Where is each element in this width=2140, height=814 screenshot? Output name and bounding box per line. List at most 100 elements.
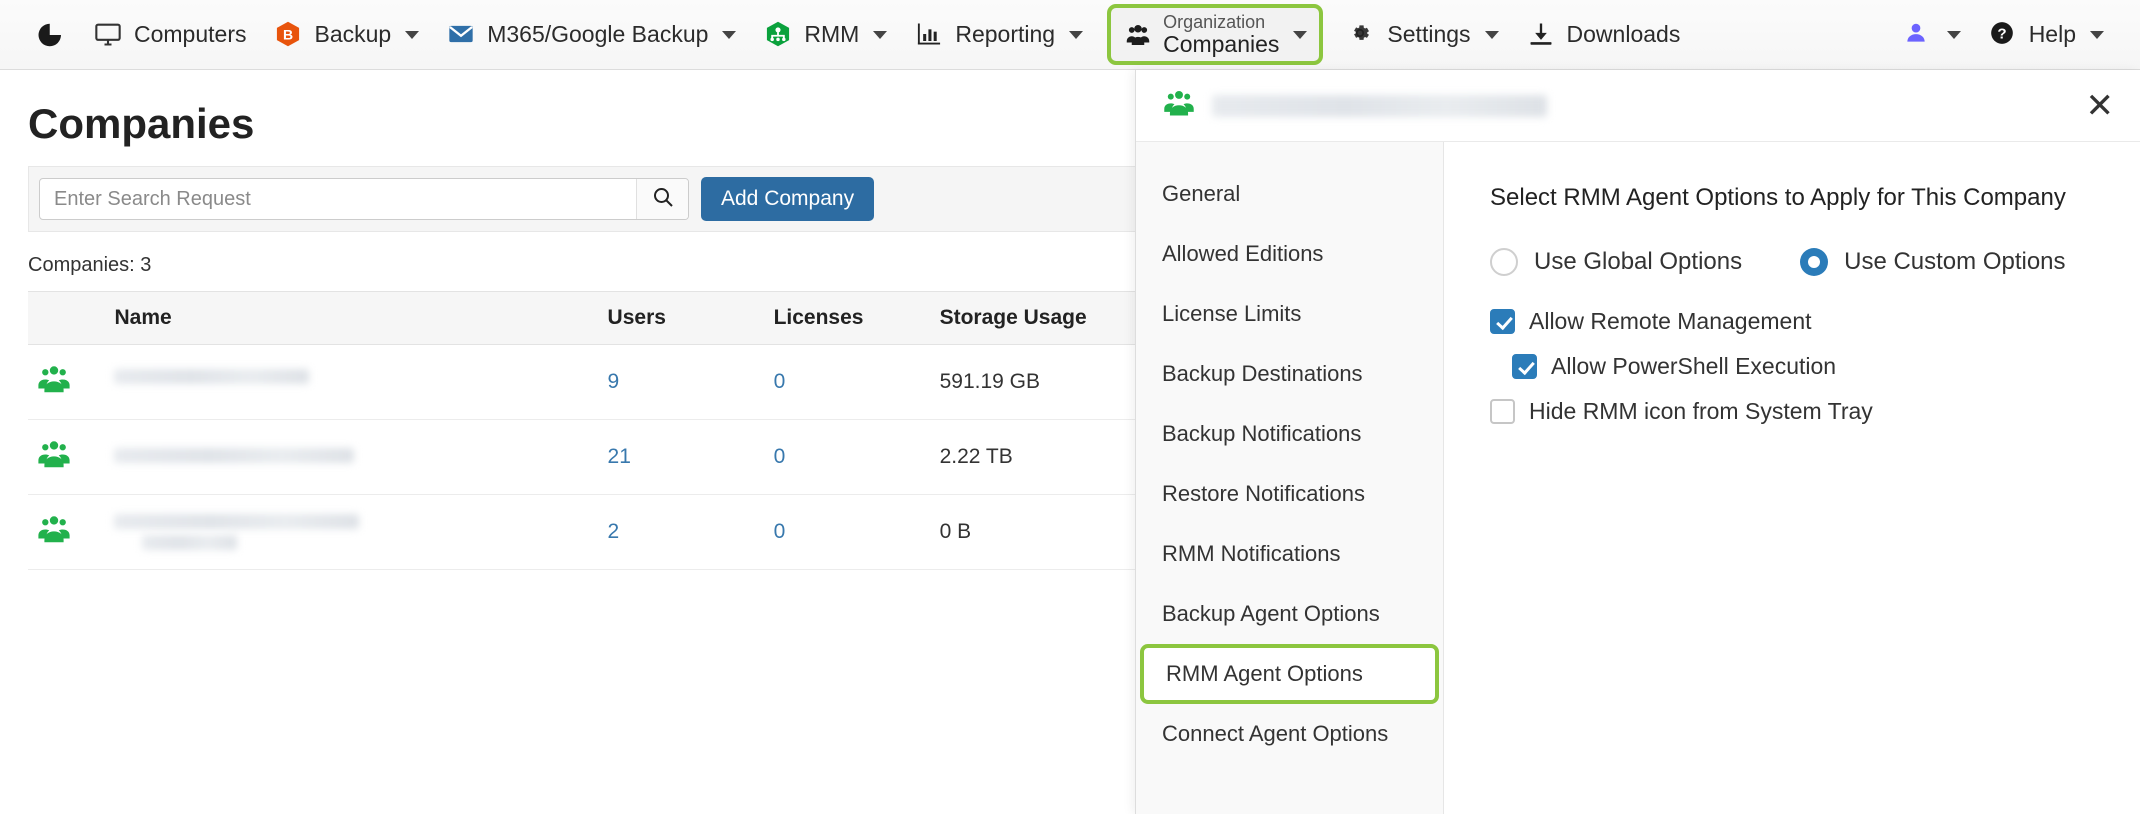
org-big-label: Companies — [1163, 30, 1280, 57]
radio-circle-selected-icon[interactable] — [1800, 248, 1829, 276]
rmm-hexagon-icon — [764, 20, 794, 50]
users-link[interactable]: 9 — [608, 370, 620, 393]
row-licenses-cell: 0 — [765, 419, 932, 495]
nav-item-computers[interactable]: Computers — [80, 12, 260, 58]
checkbox-label-allow-remote-management: Allow Remote Management — [1529, 308, 1812, 334]
panel-menu-item-restore-notifications[interactable]: Restore Notifications — [1136, 464, 1443, 524]
checkbox-unchecked-icon[interactable] — [1490, 399, 1515, 424]
panel-menu-item-backup-agent-options[interactable]: Backup Agent Options — [1136, 584, 1443, 644]
row-company-name-cell[interactable] — [106, 419, 600, 495]
panel-menu-item-rmm-notifications[interactable]: RMM Notifications — [1136, 524, 1443, 584]
chevron-down-icon — [405, 30, 420, 39]
nav-label-reporting: Reporting — [955, 21, 1056, 47]
company-settings-panel: ✕ General Allowed Editions License Limit… — [1135, 70, 2140, 814]
help-menu-button[interactable]: ? Help — [1975, 12, 2118, 58]
options-mode-radio-group: Use Global Options Use Custom Options — [1490, 248, 2094, 276]
svg-text:?: ? — [1997, 25, 2006, 42]
row-users-cell: 21 — [599, 419, 766, 495]
column-header-storage-usage[interactable]: Storage Usage — [931, 291, 1135, 345]
chevron-down-icon — [722, 30, 737, 39]
row-users-cell: 9 — [599, 344, 766, 420]
nav-item-downloads[interactable]: Downloads — [1513, 12, 1695, 58]
checkbox-checked-icon[interactable] — [1490, 309, 1515, 334]
licenses-link[interactable]: 0 — [774, 520, 786, 543]
checkbox-row-hide-rmm-icon[interactable]: Hide RMM icon from System Tray — [1490, 398, 2094, 425]
panel-content-rmm-agent-options: Select RMM Agent Options to Apply for Th… — [1444, 142, 2140, 814]
radio-circle-icon[interactable] — [1490, 248, 1518, 276]
panel-header: ✕ — [1136, 70, 2140, 142]
row-company-name-cell[interactable] — [106, 344, 600, 420]
help-label: Help — [2028, 21, 2076, 47]
column-header-users[interactable]: Users — [599, 291, 766, 345]
column-header-name[interactable]: Name — [106, 291, 600, 345]
table-row[interactable]: 2 0 0 B — [28, 494, 1135, 570]
svg-text:B: B — [283, 26, 293, 42]
chevron-down-icon — [1484, 30, 1499, 39]
nav-item-settings[interactable]: Settings — [1333, 12, 1512, 58]
table-row[interactable]: 21 0 2.22 TB — [28, 419, 1135, 495]
users-link[interactable]: 2 — [608, 520, 620, 543]
panel-menu-item-allowed-editions[interactable]: Allowed Editions — [1136, 224, 1443, 284]
user-menu-button[interactable] — [1889, 12, 1975, 58]
question-circle-icon: ? — [1989, 20, 2019, 50]
users-link[interactable]: 21 — [608, 445, 631, 468]
licenses-link[interactable]: 0 — [774, 445, 786, 468]
nav-item-m365-google-backup[interactable]: M365/Google Backup — [433, 12, 750, 58]
close-icon[interactable]: ✕ — [2086, 89, 2115, 123]
row-company-name-cell[interactable] — [106, 494, 600, 570]
panel-menu-item-general[interactable]: General — [1136, 164, 1443, 224]
panel-menu-item-backup-notifications[interactable]: Backup Notifications — [1136, 404, 1443, 464]
monitor-icon — [94, 20, 124, 50]
nav-item-reporting[interactable]: Reporting — [901, 12, 1097, 58]
nav-label-m365: M365/Google Backup — [487, 21, 709, 47]
column-header-icon — [28, 291, 107, 345]
panel-menu-item-rmm-agent-options[interactable]: RMM Agent Options — [1140, 644, 1439, 704]
chevron-down-icon — [1946, 30, 1961, 39]
group-icon — [36, 366, 72, 402]
radio-label-use-global-options: Use Global Options — [1534, 248, 1743, 275]
search-field-wrapper — [39, 178, 689, 220]
group-icon — [1162, 86, 1196, 125]
group-icon — [36, 441, 72, 477]
user-icon — [1903, 20, 1933, 50]
radio-label-use-custom-options: Use Custom Options — [1844, 248, 2066, 275]
chevron-down-icon — [2090, 30, 2104, 39]
radio-option-use-custom-options[interactable]: Use Custom Options — [1800, 248, 2066, 276]
row-company-icon-cell — [28, 344, 107, 420]
app-logo[interactable] — [22, 12, 80, 58]
add-company-button[interactable]: Add Company — [701, 177, 875, 221]
nav-item-rmm[interactable]: RMM — [750, 12, 901, 58]
panel-company-name-redacted — [1212, 94, 1547, 117]
companies-page: Companies Add Company Companies: 3 Name … — [0, 70, 1135, 814]
checkbox-row-allow-powershell-execution[interactable]: Allow PowerShell Execution — [1512, 353, 2094, 380]
licenses-link[interactable]: 0 — [774, 370, 786, 393]
checkbox-label-allow-powershell-execution: Allow PowerShell Execution — [1551, 353, 1837, 379]
search-input[interactable] — [40, 179, 636, 219]
bar-chart-icon — [915, 20, 945, 50]
nav-item-organization-companies[interactable]: Organization Companies — [1107, 3, 1324, 66]
radio-option-use-global-options[interactable]: Use Global Options — [1490, 248, 1742, 276]
panel-side-menu: General Allowed Editions License Limits … — [1136, 142, 1444, 814]
checkbox-label-hide-rmm-icon: Hide RMM icon from System Tray — [1529, 398, 1873, 424]
envelope-icon — [447, 20, 477, 50]
group-icon — [36, 516, 72, 552]
panel-menu-item-license-limits[interactable]: License Limits — [1136, 284, 1443, 344]
table-header-row: Name Users Licenses Storage Usage — [28, 291, 1135, 345]
top-navigation-bar: Computers B Backup M365/Google Backup RM… — [0, 0, 2140, 70]
group-icon — [1123, 20, 1153, 50]
row-company-icon-cell — [28, 494, 107, 570]
panel-menu-item-connect-agent-options[interactable]: Connect Agent Options — [1136, 704, 1443, 764]
search-button[interactable] — [636, 179, 688, 219]
company-name-redacted — [114, 514, 360, 529]
checkbox-checked-icon[interactable] — [1512, 354, 1537, 379]
panel-menu-item-backup-destinations[interactable]: Backup Destinations — [1136, 344, 1443, 404]
row-storage-cell: 0 B — [931, 494, 1135, 570]
checkbox-row-allow-remote-management[interactable]: Allow Remote Management — [1490, 308, 2094, 335]
nav-label-computers: Computers — [134, 21, 247, 47]
chevron-down-icon — [1293, 30, 1308, 39]
chevron-down-icon — [873, 30, 888, 39]
table-header: Name Users Licenses Storage Usage — [28, 291, 1135, 345]
table-row[interactable]: 9 0 591.19 GB — [28, 344, 1135, 420]
nav-item-backup[interactable]: B Backup — [260, 12, 433, 58]
column-header-licenses[interactable]: Licenses — [765, 291, 932, 345]
